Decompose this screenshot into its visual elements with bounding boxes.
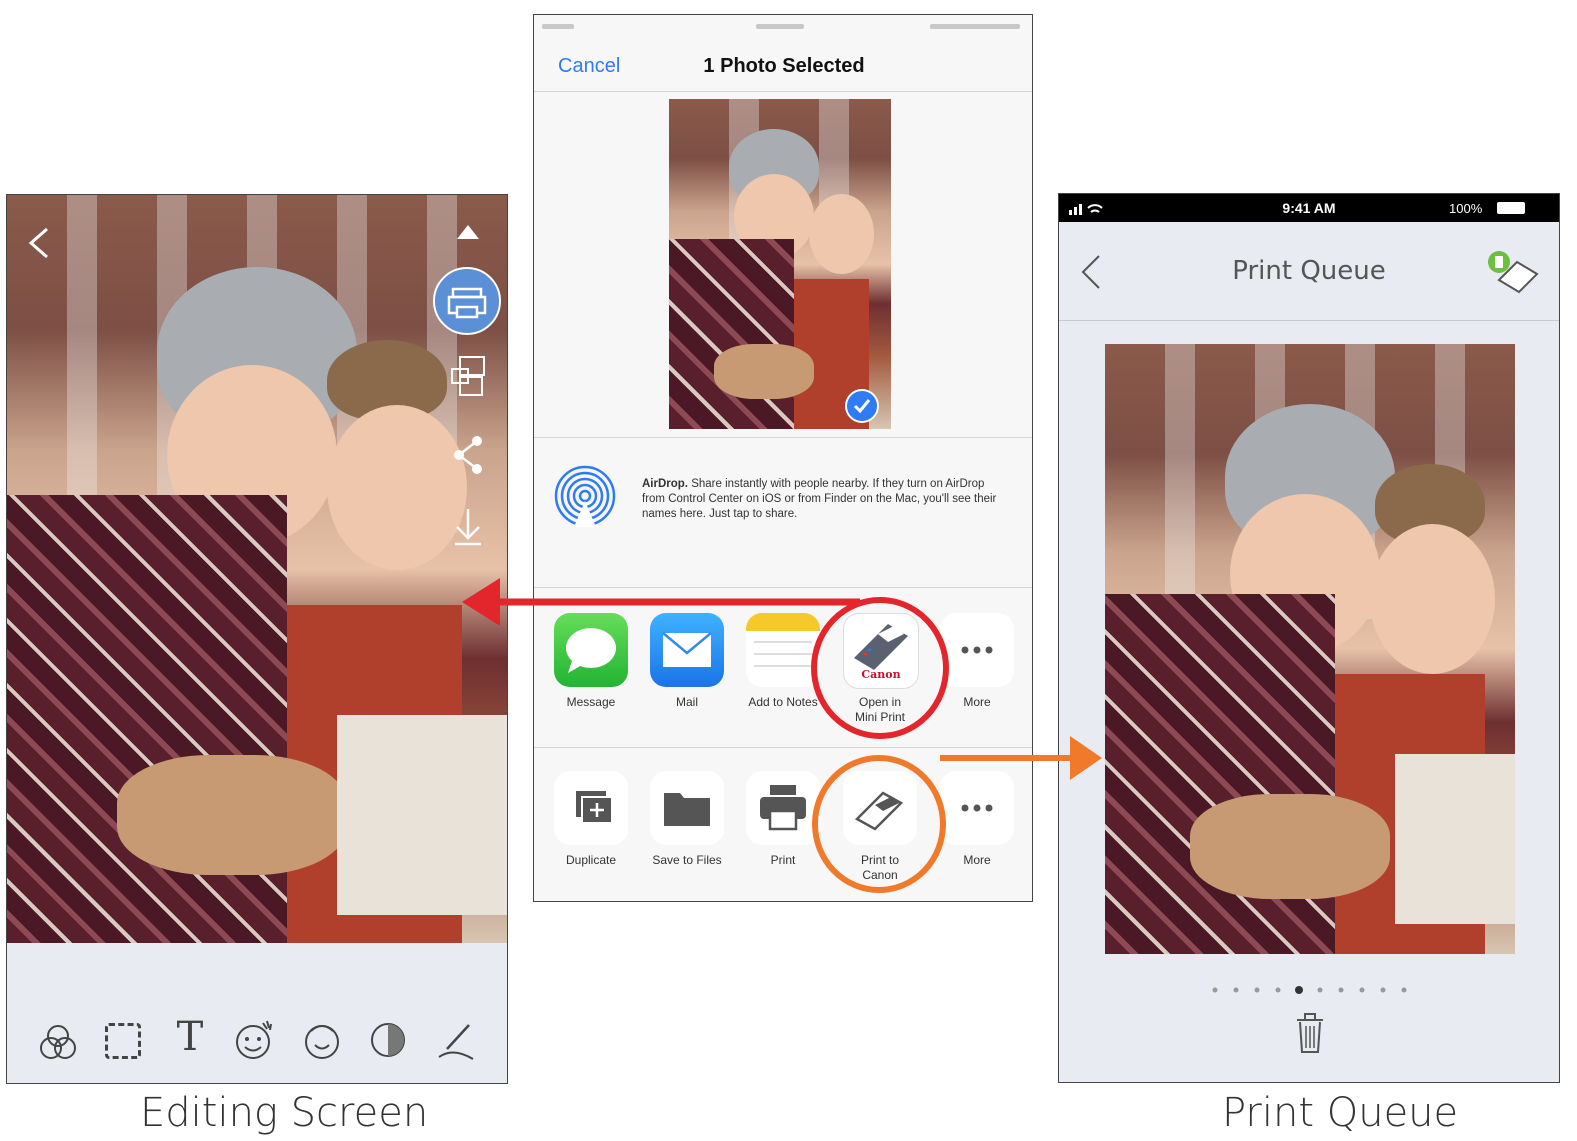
orange-highlight-circle [812,755,946,893]
red-arrow [462,578,860,626]
annotation-overlay [462,578,1102,893]
orange-arrow [940,736,1102,780]
red-highlight-circle [811,597,949,739]
